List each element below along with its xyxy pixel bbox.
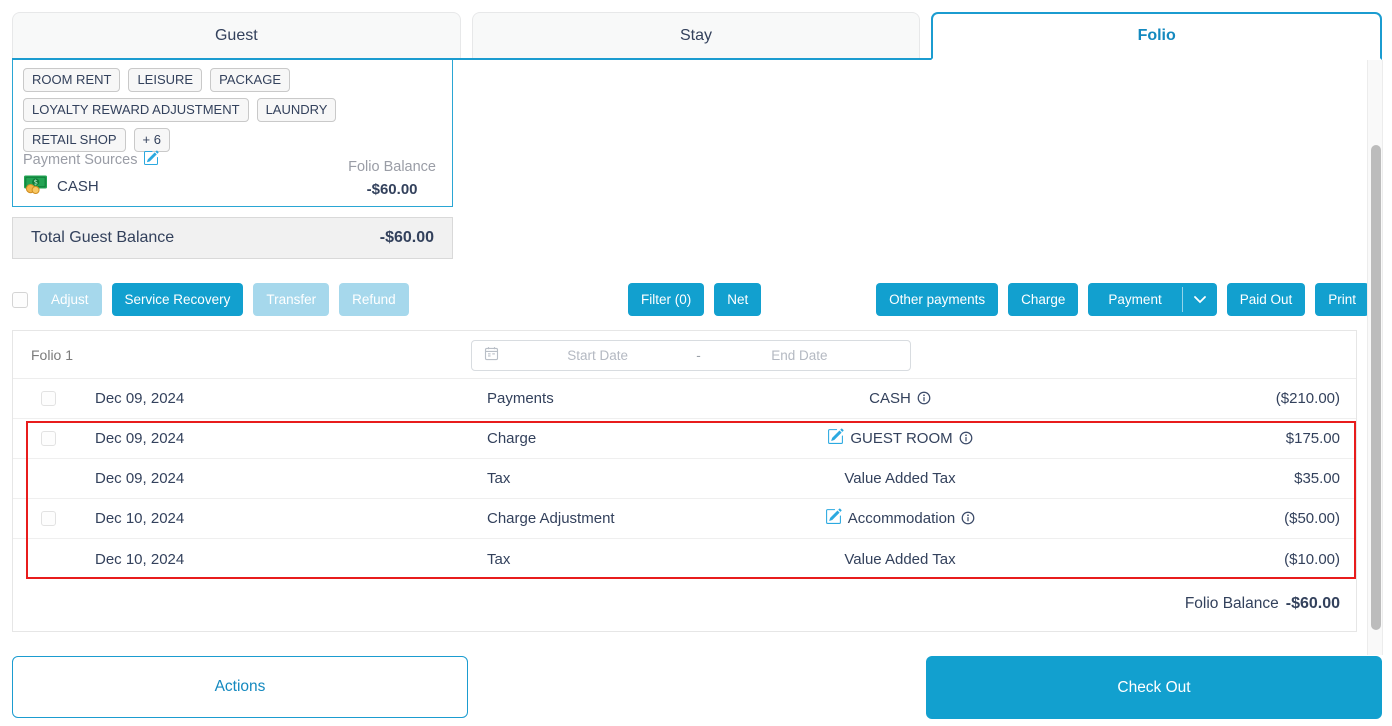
table-row: Dec 09, 2024 Charge GUEST ROOM $175.00 <box>13 419 1356 459</box>
payment-dropdown-toggle[interactable] <box>1183 283 1217 316</box>
row-description: CASH <box>869 390 911 407</box>
transfer-button[interactable]: Transfer <box>253 283 329 316</box>
row-type: Tax <box>475 470 720 487</box>
folio-balance-footer-label: Folio Balance <box>1185 595 1279 613</box>
row-date: Dec 10, 2024 <box>83 510 475 527</box>
category-tag: LOYALTY REWARD ADJUSTMENT <box>23 98 249 122</box>
row-date: Dec 09, 2024 <box>83 470 475 487</box>
folio-balance-footer-value: -$60.00 <box>1286 595 1340 613</box>
row-amount: $35.00 <box>1080 470 1340 487</box>
tab-bar: Guest Stay Folio <box>12 12 1382 60</box>
vertical-scrollbar-track[interactable] <box>1367 60 1383 655</box>
info-icon[interactable] <box>961 511 975 529</box>
start-date-input[interactable]: Start Date <box>499 348 696 363</box>
row-date: Dec 09, 2024 <box>83 430 475 447</box>
folio-balance-footer: Folio Balance -$60.00 <box>1185 595 1340 613</box>
folio-balance-label: Folio Balance <box>348 159 436 175</box>
row-description: Accommodation <box>848 510 956 527</box>
row-amount: ($210.00) <box>1080 390 1340 407</box>
more-tags-chip[interactable]: + 6 <box>134 128 170 152</box>
filter-button[interactable]: Filter (0) <box>628 283 704 316</box>
total-guest-balance-label: Total Guest Balance <box>31 229 174 247</box>
folio-title: Folio 1 <box>31 331 73 379</box>
chevron-down-icon <box>1194 291 1206 309</box>
edit-icon[interactable] <box>825 508 842 529</box>
payment-method-label: CASH <box>57 178 99 195</box>
vertical-scrollbar-thumb[interactable] <box>1371 145 1381 630</box>
total-guest-balance-value: -$60.00 <box>380 229 434 247</box>
paid-out-button[interactable]: Paid Out <box>1227 283 1306 316</box>
folio-screen: Guest Stay Folio ROOM RENT LEISURE PACKAGE… <box>0 0 1392 726</box>
row-date: Dec 10, 2024 <box>83 551 475 568</box>
row-description: Value Added Tax <box>844 470 955 487</box>
adjust-button[interactable]: Adjust <box>38 283 102 316</box>
folio-table-header: Folio 1 Start Date - End Date <box>13 331 1356 379</box>
row-amount: $175.00 <box>1080 430 1340 447</box>
edit-icon[interactable] <box>143 150 159 170</box>
folio-toolbar: Adjust Service Recovery Transfer Refund … <box>12 283 1369 316</box>
actions-button[interactable]: Actions <box>12 656 468 718</box>
row-type: Charge Adjustment <box>475 510 720 527</box>
refund-button[interactable]: Refund <box>339 283 409 316</box>
tab-stay[interactable]: Stay <box>472 12 921 58</box>
table-row: Dec 10, 2024 Tax Value Added Tax ($10.00… <box>13 539 1356 579</box>
payment-sources-label: Payment Sources <box>23 152 137 168</box>
info-icon[interactable] <box>959 431 973 449</box>
row-checkbox[interactable] <box>41 391 56 406</box>
charge-button[interactable]: Charge <box>1008 283 1078 316</box>
folio-rows: Dec 09, 2024 Payments CASH ($210.00) Dec… <box>13 379 1356 579</box>
info-icon[interactable] <box>917 391 931 409</box>
cash-icon: $ <box>23 175 49 198</box>
payment-split-button: Payment <box>1088 283 1216 316</box>
table-row: Dec 10, 2024 Charge Adjustment Accommoda… <box>13 499 1356 539</box>
row-type: Charge <box>475 430 720 447</box>
select-all-checkbox[interactable] <box>12 292 28 308</box>
edit-icon[interactable] <box>827 428 844 449</box>
row-description: GUEST ROOM <box>850 430 952 447</box>
calendar-icon <box>484 346 499 366</box>
svg-text:$: $ <box>33 179 37 187</box>
row-type: Payments <box>475 390 720 407</box>
category-tag: ROOM RENT <box>23 68 120 92</box>
charge-category-tags: ROOM RENT LEISURE PACKAGE LOYALTY REWARD AD… <box>23 68 443 152</box>
category-tag: LEISURE <box>128 68 202 92</box>
row-description: Value Added Tax <box>844 551 955 568</box>
end-date-input[interactable]: End Date <box>701 348 898 363</box>
row-amount: ($10.00) <box>1080 551 1340 568</box>
total-guest-balance-bar: Total Guest Balance -$60.00 <box>12 217 453 259</box>
other-payments-button[interactable]: Other payments <box>876 283 998 316</box>
table-row: Dec 09, 2024 Tax Value Added Tax $35.00 <box>13 459 1356 499</box>
row-type: Tax <box>475 551 720 568</box>
print-button[interactable]: Print <box>1315 283 1369 316</box>
tab-folio[interactable]: Folio <box>931 12 1382 60</box>
folio-balance-value: -$60.00 <box>348 181 436 198</box>
net-button[interactable]: Net <box>714 283 761 316</box>
row-date: Dec 09, 2024 <box>83 390 475 407</box>
check-out-button[interactable]: Check Out <box>926 656 1382 719</box>
category-tag: LAUNDRY <box>257 98 337 122</box>
row-checkbox[interactable] <box>41 431 56 446</box>
table-row: Dec 09, 2024 Payments CASH ($210.00) <box>13 379 1356 419</box>
service-recovery-button[interactable]: Service Recovery <box>112 283 244 316</box>
row-checkbox[interactable] <box>41 511 56 526</box>
tab-guest[interactable]: Guest <box>12 12 461 58</box>
guest-summary-card: ROOM RENT LEISURE PACKAGE LOYALTY REWARD AD… <box>12 60 453 207</box>
folio-table-card: Folio 1 Start Date - End Date Dec 09, 20… <box>12 330 1357 632</box>
date-range-picker[interactable]: Start Date - End Date <box>471 340 911 371</box>
category-tag: RETAIL SHOP <box>23 128 126 152</box>
category-tag: PACKAGE <box>210 68 290 92</box>
payment-button[interactable]: Payment <box>1088 283 1181 316</box>
row-amount: ($50.00) <box>1080 510 1340 527</box>
